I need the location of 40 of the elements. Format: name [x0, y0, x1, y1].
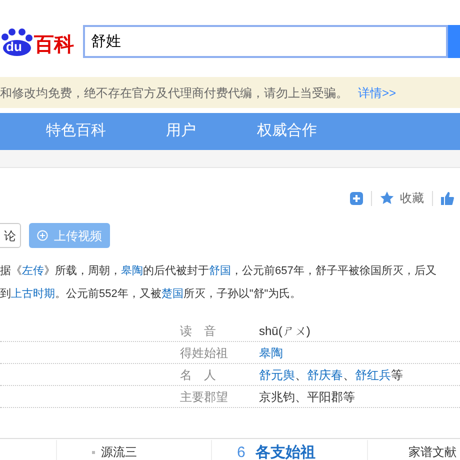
- logo-text: 百科: [34, 34, 74, 54]
- search-field[interactable]: 舒姓: [83, 25, 448, 58]
- link[interactable]: 皋陶: [259, 344, 283, 362]
- paragraph-line: 到上古时期。公元前552年，又被楚国所灭，子孙以"舒"为氏。: [0, 287, 302, 302]
- info-label: 名 人: [180, 366, 217, 384]
- link[interactable]: 舒元舆: [259, 366, 295, 384]
- info-label: 主要郡望: [180, 388, 229, 406]
- link[interactable]: 楚国: [161, 288, 184, 300]
- info-value: shū(ㄕㄨ): [259, 322, 310, 340]
- paragraph-line: 据《左传》所载，周朝，皋陶的后代被封于舒国，公元前657年，舒子平被徐国所灭，后又: [0, 264, 436, 279]
- thumbs-up-icon[interactable]: [441, 192, 454, 204]
- link[interactable]: 皋陶: [121, 265, 143, 277]
- catalog-item[interactable]: 源流三: [101, 446, 137, 458]
- star-icon[interactable]: [380, 191, 394, 205]
- catalog-number: 6: [237, 444, 246, 460]
- info-label: 读 音: [180, 322, 217, 340]
- plus-square-icon[interactable]: [350, 192, 363, 204]
- paw-logo-icon: [0, 28, 34, 56]
- notice-text: 和修改均免费，绝不存在官方及代理商付费代编，请勿上当受骗。: [0, 84, 348, 102]
- plus-circle-icon: [37, 230, 48, 241]
- link[interactable]: 舒庆春: [307, 366, 343, 384]
- details-link[interactable]: 详情>>: [358, 84, 396, 102]
- favorite-label[interactable]: 收藏: [400, 189, 424, 207]
- catalog-heading[interactable]: 各支始祖: [255, 444, 316, 460]
- info-label: 得姓始祖: [180, 344, 229, 362]
- catalog-item[interactable]: 家谱文献: [408, 446, 456, 458]
- info-value: 、: [295, 366, 307, 384]
- info-value: 京兆钧、平阳郡等: [259, 388, 355, 406]
- link[interactable]: 上古时期: [11, 288, 55, 300]
- info-value: 、: [343, 366, 355, 384]
- logo-mark: du: [6, 40, 22, 52]
- nav-link[interactable]: 用户: [166, 120, 196, 143]
- link[interactable]: 舒红兵: [355, 366, 391, 384]
- info-value: 等: [391, 366, 403, 384]
- link[interactable]: 左传: [22, 265, 44, 277]
- nav-link[interactable]: 权威合作: [257, 120, 317, 143]
- comment-button[interactable]: 论: [0, 223, 21, 248]
- link[interactable]: 舒国: [209, 265, 231, 277]
- nav-link[interactable]: 特色百科: [46, 120, 106, 143]
- bullet-icon: [92, 450, 95, 454]
